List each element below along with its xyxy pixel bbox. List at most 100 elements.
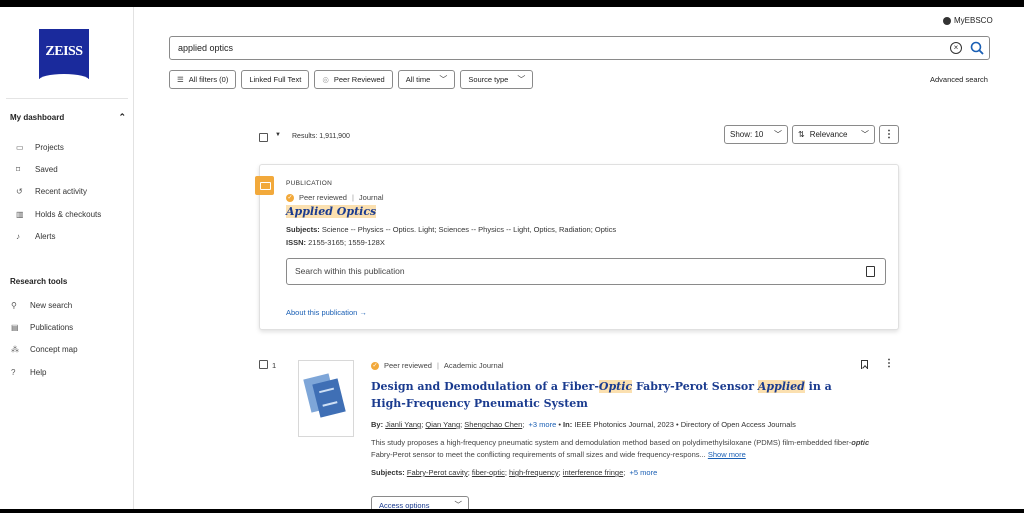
subject-link[interactable]: high-frequency (509, 468, 559, 477)
sidebar-item-publications[interactable]: ▤ Publications (11, 316, 123, 338)
advanced-search-link[interactable]: Advanced search (930, 75, 988, 84)
author-link[interactable]: Jianli Yang (385, 420, 421, 429)
research-nav: ⚲ New search ▤ Publications ⁂ Concept map ?… (11, 294, 123, 383)
sidebar-item-new-search[interactable]: ⚲ New search (11, 294, 123, 316)
sidebar-item-recent-activity[interactable]: ↺ Recent activity (16, 181, 128, 203)
folder-icon: ▭ (16, 142, 24, 152)
peer-reviewed-badge-icon: ✓ (371, 361, 379, 370)
brand-logo[interactable]: ZEISS (39, 29, 89, 80)
all-time-label: All time (405, 75, 431, 84)
more-subjects-link[interactable]: +5 more (630, 468, 658, 477)
show-count-dropdown[interactable]: Show: 10 ﹀ (724, 125, 788, 144)
source-type-label: Source type (468, 75, 509, 84)
myebsco-link[interactable]: MyEBSCO (943, 16, 993, 25)
sidebar-item-label: New search (30, 300, 73, 310)
sidebar-item-label: Holds & checkouts (35, 209, 102, 219)
source-type-dropdown[interactable]: Source type ﹀ (460, 70, 534, 89)
chevron-up-icon: ⌃ (118, 112, 126, 122)
select-all-checkbox[interactable] (259, 133, 268, 142)
sidebar-item-label: Projects (35, 142, 64, 152)
sidebar: ZEISS My dashboard ⌃ ▭ Projects ⌑ Saved ↺ R… (0, 7, 134, 509)
document-search-icon[interactable] (866, 266, 875, 277)
show-count-label: Show: 10 (730, 130, 764, 139)
search-icon[interactable] (969, 40, 985, 56)
publication-issn: ISSN: 2155-3165; 1559-128X (286, 238, 385, 247)
caret-down-icon[interactable]: ▼ (275, 132, 281, 138)
publication-peer-line: ✓ Peer reviewed | Journal (286, 193, 384, 202)
all-filters-button[interactable]: ☰ All filters (0) (169, 70, 237, 89)
dashboard-title: My dashboard (10, 113, 65, 122)
all-time-dropdown[interactable]: All time ﹀ (397, 70, 456, 89)
clear-search-icon[interactable]: × (950, 42, 962, 54)
sort-icon: ⇅ (798, 130, 805, 139)
books-icon: ▥ (16, 209, 24, 219)
result-checkbox[interactable] (259, 360, 268, 369)
sidebar-item-label: Saved (35, 164, 58, 174)
sidebar-item-help[interactable]: ? Help (11, 361, 123, 383)
sidebar-item-holds[interactable]: ▥ Holds & checkouts (16, 203, 128, 225)
search-bar: × (169, 36, 990, 60)
publication-kind: Journal (358, 193, 384, 202)
result-database: Directory of Open Access Journals (680, 420, 796, 429)
about-publication-link[interactable]: About this publication → (286, 308, 367, 317)
more-authors-link[interactable]: +3 more (529, 420, 557, 429)
result-title-link[interactable]: Design and Demodulation of a Fiber-Optic… (371, 378, 841, 412)
all-filters-label: All filters (0) (188, 75, 229, 84)
chevron-down-icon: ﹀ (861, 130, 869, 139)
result-number: 1 (272, 361, 277, 370)
logo-text: ZEISS (45, 44, 83, 59)
search-within-input[interactable] (295, 266, 835, 276)
linked-full-text-label: Linked Full Text (249, 75, 302, 84)
sidebar-item-label: Alerts (35, 231, 56, 241)
dashboard-nav: ▭ Projects ⌑ Saved ↺ Recent activity ▥ Holds… (16, 136, 128, 247)
sidebar-item-alerts[interactable]: ♪ Alerts (16, 225, 128, 247)
author-link[interactable]: Shengchao Chen (464, 420, 522, 429)
sidebar-item-concept-map[interactable]: ⁂ Concept map (11, 339, 123, 361)
result-more-options-icon[interactable]: ⋮ (884, 358, 894, 369)
article-thumbnail[interactable] (298, 360, 354, 437)
linked-full-text-button[interactable]: Linked Full Text (241, 70, 310, 89)
peer-reviewed-button[interactable]: ◎ Peer Reviewed (314, 70, 393, 89)
result-peer-line: ✓ Peer reviewed | Academic Journal (371, 361, 504, 370)
publication-title-link[interactable]: Applied Optics (286, 205, 377, 218)
sidebar-item-projects[interactable]: ▭ Projects (16, 136, 128, 158)
filter-icon: ☰ (177, 75, 184, 84)
search-input[interactable] (178, 41, 938, 55)
result-kind: Academic Journal (443, 361, 504, 370)
user-icon (943, 16, 951, 25)
bookmark-icon: ⌑ (16, 164, 21, 174)
history-icon: ↺ (16, 187, 23, 197)
myebsco-label: MyEBSCO (954, 16, 993, 25)
bookmark-icon[interactable] (861, 360, 868, 369)
peer-reviewed-label: Peer Reviewed (333, 75, 385, 84)
show-more-link[interactable]: Show more (708, 450, 746, 459)
sort-dropdown[interactable]: ⇅ Relevance ﹀ (792, 125, 875, 144)
peer-reviewed-icon: ◎ (322, 75, 329, 84)
search-icon: ⚲ (11, 300, 17, 310)
publication-card (259, 164, 899, 330)
result-byline: By: Jianli Yang; Qian Yang; Shengchao Ch… (371, 420, 796, 429)
arrow-right-icon: → (359, 308, 367, 317)
chevron-down-icon: ﹀ (774, 130, 782, 139)
sidebar-divider (6, 98, 128, 99)
peer-reviewed-text: Peer reviewed (384, 361, 432, 370)
results-count: Results: 1,911,900 (292, 133, 350, 140)
publication-title: Applied Optics (286, 205, 377, 218)
sidebar-item-label: Concept map (30, 345, 78, 355)
bottom-frame (0, 509, 1024, 513)
peer-reviewed-badge-icon: ✓ (286, 193, 294, 202)
filter-bar: ☰ All filters (0) Linked Full Text ◎ Pee… (169, 70, 534, 89)
subject-link[interactable]: Fabry-Perot cavity (407, 468, 468, 477)
sort-label: Relevance (809, 130, 848, 139)
top-frame (0, 0, 1024, 7)
sidebar-item-saved[interactable]: ⌑ Saved (16, 158, 128, 180)
sidebar-item-label: Publications (30, 322, 74, 332)
sidebar-item-label: Help (30, 367, 47, 377)
author-link[interactable]: Qian Yang (425, 420, 460, 429)
more-options-icon[interactable]: ⋮ (879, 125, 899, 144)
publication-type: PUBLICATION (286, 180, 333, 187)
subject-link[interactable]: fiber-optic (472, 468, 505, 477)
peer-reviewed-text: Peer reviewed (299, 193, 347, 202)
subject-link[interactable]: interference fringe (563, 468, 623, 477)
dashboard-toggle[interactable]: My dashboard ⌃ (10, 112, 128, 122)
